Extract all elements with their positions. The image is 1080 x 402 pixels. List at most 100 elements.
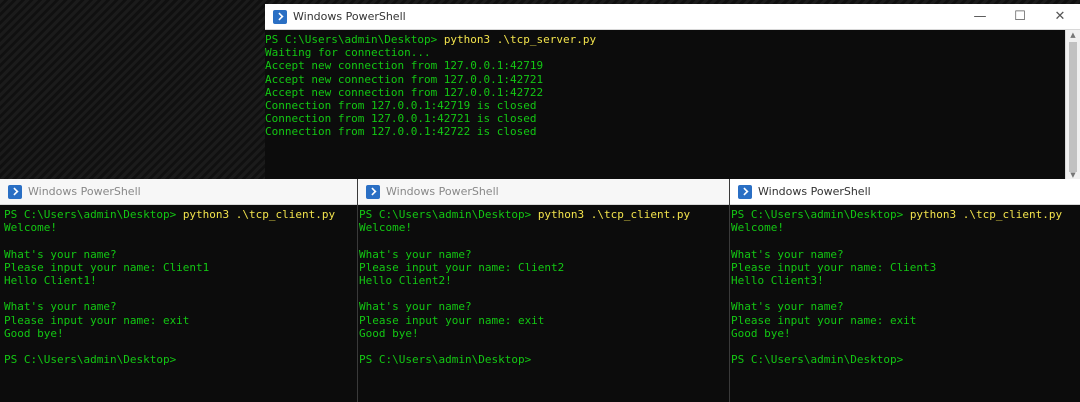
console-text: What's your name? (4, 300, 117, 314)
console-line: Please input your name: exit (359, 314, 729, 327)
console-line: What's your name? (731, 300, 1080, 313)
client1-title-bar[interactable]: Windows PowerShell (0, 179, 357, 205)
console-line: Hello Client1! (4, 274, 357, 287)
console-text: PS C:\Users\admin\Desktop> (359, 208, 538, 221)
console-text: Hello Client2! (359, 273, 452, 287)
console-line: PS C:\Users\admin\Desktop> python3 .\tcp… (4, 208, 357, 221)
console-text: Please input your name: exit (4, 313, 190, 327)
console-text: PS C:\Users\admin\Desktop> (265, 33, 444, 46)
console-text: Please input your name: Client2 (359, 260, 565, 274)
scrollbar-thumb[interactable] (1069, 42, 1077, 172)
powershell-icon (738, 184, 752, 199)
console-command: python3 .\tcp_client.py (182, 208, 336, 221)
console-line: Good bye! (731, 327, 1080, 340)
console-line: Connection from 127.0.0.1:42719 is close… (265, 99, 1066, 112)
console-line: Good bye! (4, 327, 357, 340)
console-text: Please input your name: Client1 (4, 260, 210, 274)
console-text: Good bye! (4, 326, 64, 340)
console-line: Please input your name: Client2 (359, 261, 729, 274)
window-title: Windows PowerShell (28, 185, 141, 198)
window-title: Windows PowerShell (293, 10, 406, 23)
console-line: What's your name? (359, 248, 729, 261)
server-console[interactable]: PS C:\Users\admin\Desktop> python3 .\tcp… (265, 30, 1066, 180)
server-powershell-window[interactable]: Windows PowerShell — ☐ ✕ PS C:\Users\adm… (265, 4, 1080, 180)
console-text: What's your name? (359, 300, 472, 314)
console-text: PS C:\Users\admin\Desktop> (4, 353, 177, 367)
console-text: Accept new connection from 127.0.0.1:427… (265, 85, 544, 99)
console-text: What's your name? (359, 247, 472, 261)
console-line: PS C:\Users\admin\Desktop> (359, 353, 729, 366)
scroll-up-icon[interactable]: ▲ (1066, 30, 1080, 40)
client2-title-bar[interactable]: Windows PowerShell (358, 179, 729, 205)
client3-powershell-window[interactable]: Windows PowerShell PS C:\Users\admin\Des… (729, 179, 1080, 402)
console-command: python3 .\tcp_server.py (443, 33, 597, 46)
scrollbar[interactable]: ▲ ▼ (1065, 30, 1080, 180)
console-text: PS C:\Users\admin\Desktop> (731, 208, 910, 221)
console-line: Accept new connection from 127.0.0.1:427… (265, 59, 1066, 72)
console-line: PS C:\Users\admin\Desktop> python3 .\tcp… (359, 208, 729, 221)
console-text: Welcome! (731, 221, 784, 235)
console-line: PS C:\Users\admin\Desktop> python3 .\tcp… (265, 33, 1066, 46)
window-title: Windows PowerShell (386, 185, 499, 198)
console-text: PS C:\Users\admin\Desktop> (731, 353, 904, 367)
console-text: PS C:\Users\admin\Desktop> (4, 208, 183, 221)
console-line: Please input your name: Client1 (4, 261, 357, 274)
console-line: Please input your name: exit (4, 314, 357, 327)
console-text: Good bye! (359, 326, 419, 340)
console-text: Hello Client1! (4, 273, 97, 287)
console-line: Accept new connection from 127.0.0.1:427… (265, 73, 1066, 86)
minimize-icon[interactable]: — (960, 4, 1000, 29)
console-text: Please input your name: exit (359, 313, 545, 327)
console-text: Accept new connection from 127.0.0.1:427… (265, 72, 544, 86)
client2-console[interactable]: PS C:\Users\admin\Desktop> python3 .\tcp… (359, 205, 729, 402)
console-line: Welcome! (359, 221, 729, 234)
console-line: Please input your name: Client3 (731, 261, 1080, 274)
console-line: Connection from 127.0.0.1:42722 is close… (265, 125, 1066, 138)
client2-powershell-window[interactable]: Windows PowerShell PS C:\Users\admin\Des… (357, 179, 729, 402)
window-title: Windows PowerShell (758, 185, 871, 198)
console-line: Hello Client2! (359, 274, 729, 287)
console-line: Please input your name: exit (731, 314, 1080, 327)
server-title-bar[interactable]: Windows PowerShell — ☐ ✕ (265, 4, 1080, 30)
console-text: Hello Client3! (731, 273, 824, 287)
console-text: Welcome! (359, 221, 412, 235)
client3-title-bar[interactable]: Windows PowerShell (730, 179, 1080, 205)
maximize-icon[interactable]: ☐ (1000, 4, 1040, 29)
client1-console[interactable]: PS C:\Users\admin\Desktop> python3 .\tcp… (4, 205, 357, 402)
client3-console[interactable]: PS C:\Users\admin\Desktop> python3 .\tcp… (731, 205, 1080, 402)
console-text: Good bye! (731, 326, 791, 340)
console-text: What's your name? (731, 300, 844, 314)
console-command: python3 .\tcp_client.py (909, 208, 1063, 221)
console-line: What's your name? (731, 248, 1080, 261)
console-line: What's your name? (4, 300, 357, 313)
powershell-icon (273, 9, 287, 24)
window-controls: — ☐ ✕ (960, 4, 1080, 29)
console-line: Connection from 127.0.0.1:42721 is close… (265, 112, 1066, 125)
console-line: PS C:\Users\admin\Desktop> (731, 353, 1080, 366)
console-line: Welcome! (4, 221, 357, 234)
client1-powershell-window[interactable]: Windows PowerShell PS C:\Users\admin\Des… (0, 179, 357, 402)
console-text: Please input your name: exit (731, 313, 917, 327)
console-text: What's your name? (731, 247, 844, 261)
console-text: Connection from 127.0.0.1:42722 is close… (265, 125, 537, 139)
console-line: Hello Client3! (731, 274, 1080, 287)
console-text: Welcome! (4, 221, 57, 235)
console-line: Welcome! (731, 221, 1080, 234)
console-text: Waiting for connection... (265, 46, 431, 60)
console-line: Good bye! (359, 327, 729, 340)
close-icon[interactable]: ✕ (1040, 4, 1080, 29)
console-text: PS C:\Users\admin\Desktop> (359, 353, 532, 367)
console-text: Accept new connection from 127.0.0.1:427… (265, 59, 544, 73)
console-command: python3 .\tcp_client.py (537, 208, 691, 221)
console-line: What's your name? (359, 300, 729, 313)
console-line: PS C:\Users\admin\Desktop> (4, 353, 357, 366)
console-line: Waiting for connection... (265, 46, 1066, 59)
